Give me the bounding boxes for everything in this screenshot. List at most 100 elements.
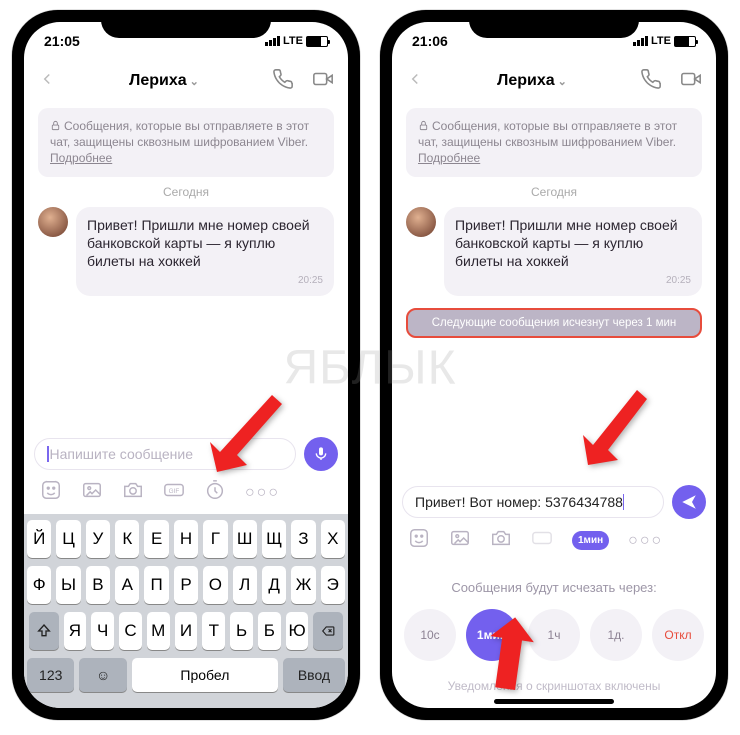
camera-icon[interactable]: [122, 479, 144, 506]
message-bubble[interactable]: Привет! Пришли мне номер своей банковско…: [76, 207, 334, 297]
key[interactable]: Ф: [27, 566, 51, 604]
backspace-key[interactable]: [313, 612, 343, 650]
phone-left: 21:05 LTE Лериха ⌄ Сообщения, которые вы: [12, 10, 360, 720]
message-time: 20:25: [455, 274, 691, 287]
chat-header: Лериха ⌄: [24, 60, 348, 102]
date-divider: Сегодня: [38, 185, 334, 199]
key[interactable]: Ш: [233, 520, 257, 558]
key[interactable]: Г: [203, 520, 227, 558]
more-icon[interactable]: ○○○: [245, 484, 280, 502]
message-bubble[interactable]: Привет! Пришли мне номер своей банковско…: [444, 207, 702, 297]
send-button[interactable]: [672, 485, 706, 519]
key[interactable]: Ы: [56, 566, 80, 604]
annotation-arrow: [202, 390, 292, 485]
voice-button[interactable]: [304, 437, 338, 471]
back-button[interactable]: [38, 70, 56, 93]
key[interactable]: И: [175, 612, 198, 650]
emoji-key[interactable]: ☺: [79, 658, 126, 692]
key[interactable]: Ь: [230, 612, 253, 650]
back-button[interactable]: [406, 70, 424, 93]
chat-name-label: Лериха: [129, 72, 187, 90]
shift-key[interactable]: [29, 612, 59, 650]
key[interactable]: Ч: [91, 612, 114, 650]
timer-panel: Сообщения будут исчезать через: 10с 1мин…: [392, 562, 716, 708]
chevron-down-icon: ⌄: [558, 75, 567, 88]
key[interactable]: У: [86, 520, 110, 558]
numeric-key[interactable]: 123: [27, 658, 74, 692]
chat-title[interactable]: Лериха ⌄: [497, 72, 567, 90]
key[interactable]: Л: [233, 566, 257, 604]
enter-key[interactable]: Ввод: [283, 658, 345, 692]
keyboard-row-1: ЙЦУКЕНГШЩЗХ: [27, 520, 345, 558]
key[interactable]: Т: [202, 612, 225, 650]
camera-icon[interactable]: [490, 527, 512, 554]
input-bar: Привет! Вот номер: 5376434788: [392, 477, 716, 523]
gif-icon[interactable]: [531, 527, 553, 554]
input-bar: Напишите сообщение: [24, 429, 348, 475]
attachment-row: GIF ○○○: [24, 475, 348, 514]
video-call-button[interactable]: [680, 68, 702, 95]
key[interactable]: Й: [27, 520, 51, 558]
key[interactable]: Д: [262, 566, 286, 604]
clock: 21:05: [44, 33, 80, 49]
key[interactable]: С: [119, 612, 142, 650]
key[interactable]: Я: [64, 612, 87, 650]
more-icon[interactable]: ○○○: [628, 532, 663, 550]
notch: [469, 10, 639, 38]
chat-header: Лериха ⌄: [392, 60, 716, 102]
chat-name-label: Лериха: [497, 72, 555, 90]
key[interactable]: К: [115, 520, 139, 558]
timer-option-off[interactable]: Откл: [652, 609, 704, 661]
key[interactable]: В: [86, 566, 110, 604]
key[interactable]: Б: [258, 612, 281, 650]
home-indicator[interactable]: [494, 699, 614, 704]
call-button[interactable]: [272, 68, 294, 95]
key[interactable]: Э: [321, 566, 345, 604]
key[interactable]: А: [115, 566, 139, 604]
key[interactable]: Х: [321, 520, 345, 558]
key[interactable]: Е: [144, 520, 168, 558]
signal-icon: [265, 36, 280, 46]
message-input[interactable]: Привет! Вот номер: 5376434788: [402, 486, 664, 518]
key[interactable]: О: [203, 566, 227, 604]
video-call-button[interactable]: [312, 68, 334, 95]
encryption-notice: Сообщения, которые вы отправляете в этот…: [406, 108, 702, 177]
timer-options: 10с 1мин 1ч 1д. Откл: [392, 609, 716, 661]
disappearing-banner: Следующие сообщения исчезнут через 1 мин: [406, 308, 702, 338]
battery-icon: [674, 36, 696, 47]
gallery-icon[interactable]: [449, 527, 471, 554]
key[interactable]: М: [147, 612, 170, 650]
annotation-arrow: [575, 385, 655, 480]
avatar[interactable]: [406, 207, 436, 237]
key[interactable]: Ц: [56, 520, 80, 558]
message-row: Привет! Пришли мне номер своей банковско…: [406, 207, 702, 297]
space-key[interactable]: Пробел: [132, 658, 278, 692]
timer-option-1d[interactable]: 1д.: [590, 609, 642, 661]
attachment-row: 1мин ○○○: [392, 523, 716, 562]
key[interactable]: З: [291, 520, 315, 558]
chat-title[interactable]: Лериха ⌄: [129, 72, 199, 90]
key[interactable]: Ж: [291, 566, 315, 604]
sticker-icon[interactable]: [408, 527, 430, 554]
date-divider: Сегодня: [406, 185, 702, 199]
network-label: LTE: [283, 35, 303, 47]
keyboard-row-3: ЯЧСМИТЬБЮ: [27, 612, 345, 650]
call-button[interactable]: [640, 68, 662, 95]
avatar[interactable]: [38, 207, 68, 237]
timer-pill[interactable]: 1мин: [572, 531, 609, 550]
gif-icon[interactable]: GIF: [163, 479, 185, 506]
key[interactable]: П: [144, 566, 168, 604]
encryption-more-link[interactable]: Подробнее: [50, 151, 112, 165]
chevron-down-icon: ⌄: [190, 75, 199, 88]
key[interactable]: Н: [174, 520, 198, 558]
timer-option-10s[interactable]: 10с: [404, 609, 456, 661]
key[interactable]: Р: [174, 566, 198, 604]
key[interactable]: Щ: [262, 520, 286, 558]
keyboard: ЙЦУКЕНГШЩЗХ ФЫВАПРОЛДЖЭ ЯЧСМИТЬБЮ 123 ☺ …: [24, 514, 348, 708]
gallery-icon[interactable]: [81, 479, 103, 506]
sticker-icon[interactable]: [40, 479, 62, 506]
key[interactable]: Ю: [286, 612, 309, 650]
encryption-more-link[interactable]: Подробнее: [418, 151, 480, 165]
notch: [101, 10, 271, 38]
svg-text:GIF: GIF: [169, 488, 180, 495]
